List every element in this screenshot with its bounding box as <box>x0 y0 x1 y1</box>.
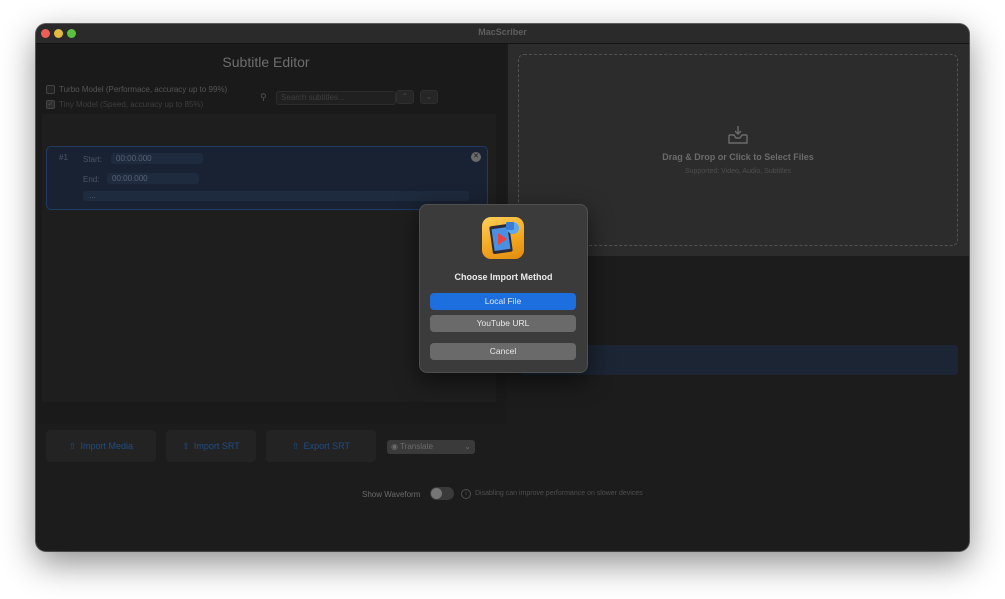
globe-icon: ◉ <box>391 442 398 451</box>
import-icon: ⇧ <box>68 440 77 451</box>
search-icon: ⚲ <box>260 92 267 102</box>
title-bar: MacScriber <box>36 24 969 44</box>
editor-title: Subtitle Editor <box>222 54 310 70</box>
film-play-icon <box>489 222 519 254</box>
drop-zone-title: Drag & Drop or Click to Select Files <box>662 152 814 162</box>
tray-download-icon <box>728 126 748 144</box>
start-label: Start: <box>83 155 103 164</box>
turbo-model-checkbox[interactable] <box>46 85 55 94</box>
tiny-model-checkbox[interactable]: ✓ <box>46 100 55 109</box>
show-waveform-label: Show Waveform <box>362 490 421 499</box>
export-srt-button[interactable]: ⇧ Export SRT <box>266 430 376 462</box>
waveform-hint: Disabling can improve performance on slo… <box>475 490 643 497</box>
previous-match-button[interactable]: ⌃ <box>396 90 414 104</box>
toggle-knob <box>431 488 442 499</box>
youtube-url-button[interactable]: YouTube URL <box>430 315 576 332</box>
turbo-model-label: Turbo Model (Performace, accuracy up to … <box>59 85 228 94</box>
tiny-model-option[interactable]: ✓ Tiny Model (Speed, accuracy up to 85%) <box>46 100 203 109</box>
cancel-button[interactable]: Cancel <box>430 343 576 360</box>
export-srt-label: Export SRT <box>303 441 350 451</box>
search-input[interactable]: Search subtitles... <box>276 91 396 105</box>
window-title: MacScriber <box>478 27 527 37</box>
next-match-button[interactable]: ⌄ <box>420 90 438 104</box>
import-method-dialog: Choose Import Method Local File YouTube … <box>419 204 588 373</box>
info-icon: i <box>461 489 471 499</box>
show-waveform-toggle[interactable] <box>430 487 454 500</box>
import-icon: ⇧ <box>182 440 190 451</box>
import-media-button[interactable]: ⇧ Import Media <box>46 430 156 462</box>
end-time-field[interactable]: 00:00.000 <box>107 173 199 184</box>
drop-zone-subtitle: Supported: Video, Audio, Subtitles <box>684 168 792 175</box>
import-srt-button[interactable]: ⇧ Import SRT <box>166 430 256 462</box>
delete-subtitle-icon[interactable]: ✕ <box>471 152 481 162</box>
import-srt-label: Import SRT <box>193 441 240 451</box>
end-label: End: <box>83 175 100 184</box>
subtitle-entry[interactable]: #1 Start: 00:00.000 End: 00:00.000 ... ✕ <box>46 146 488 210</box>
subtitle-number: #1 <box>59 153 68 162</box>
chevron-down-icon: ⌄ <box>464 442 471 451</box>
subtitle-text-field[interactable]: ... <box>83 191 469 201</box>
start-time-field[interactable]: 00:00.000 <box>111 153 203 164</box>
translate-dropdown[interactable]: ◉ Translate ⌄ <box>387 440 475 454</box>
import-media-label: Import Media <box>80 441 134 451</box>
translate-label: Translate <box>400 442 434 451</box>
tiny-model-label: Tiny Model (Speed, accuracy up to 85%) <box>59 100 204 109</box>
local-file-button[interactable]: Local File <box>430 293 576 310</box>
turbo-model-option[interactable]: Turbo Model (Performace, accuracy up to … <box>46 85 227 94</box>
dialog-title: Choose Import Method <box>454 272 553 282</box>
app-icon <box>482 217 524 259</box>
export-icon: ⇧ <box>292 440 300 451</box>
